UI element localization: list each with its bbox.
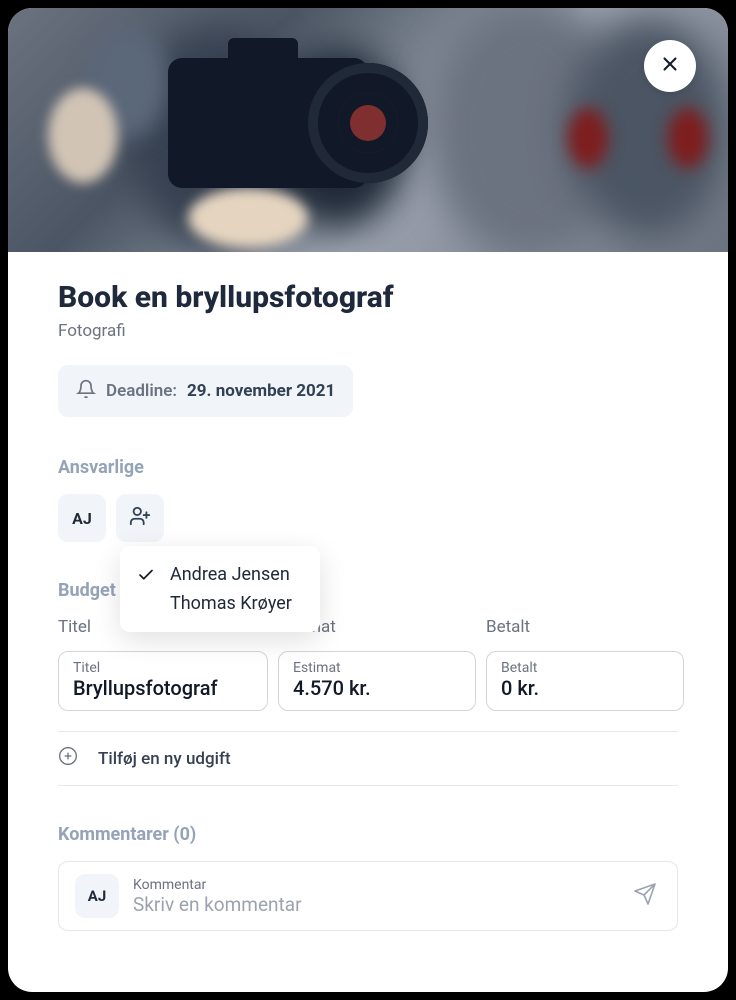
paid-field[interactable]: Betalt [486,651,684,711]
deadline-label: Deadline: [106,381,177,401]
commenter-avatar: AJ [75,874,119,918]
close-button[interactable] [644,40,696,92]
paid-input[interactable] [501,676,669,700]
field-label: Estimat [293,660,461,676]
assignee-avatar[interactable]: AJ [58,494,106,542]
add-expense-button[interactable]: Tilføj en ny udgift [58,731,678,786]
task-title: Book en bryllupsfotograf [58,280,678,315]
add-expense-label: Tilføj en ny udgift [98,749,231,769]
comment-field-label: Kommentar [133,877,615,893]
hero-image [8,8,728,252]
assignee-option[interactable]: Thomas Krøyer [136,589,304,618]
column-header-paid: Betalt [486,617,684,637]
field-label: Titel [73,660,253,676]
close-icon [659,53,681,79]
field-label: Betalt [501,660,669,676]
user-plus-icon [129,505,151,531]
assignees-heading: Ansvarlige [58,457,678,478]
add-assignee-button[interactable] [116,494,164,542]
bell-icon [76,379,96,403]
deadline-pill[interactable]: Deadline: 29. november 2021 [58,365,353,417]
title-field[interactable]: Titel [58,651,268,711]
plus-circle-icon [58,746,78,771]
estimate-input[interactable] [293,676,461,700]
comment-input[interactable] [133,893,615,916]
comment-composer: AJ Kommentar [58,861,678,931]
budget-row: Titel Estimat Betalt [58,651,678,711]
assignee-option-label: Andrea Jensen [170,564,290,585]
assignee-option[interactable]: Andrea Jensen [136,560,304,589]
paper-plane-icon [633,895,657,910]
assignee-dropdown: Andrea Jensen Thomas Krøyer [120,546,320,632]
title-input[interactable] [73,676,253,700]
comments-heading: Kommentarer (0) [58,824,678,845]
assignee-option-label: Thomas Krøyer [170,593,292,614]
task-modal: Book en bryllupsfotograf Fotografi Deadl… [8,8,728,992]
send-comment-button[interactable] [629,878,661,914]
check-icon [136,565,156,585]
deadline-value: 29. november 2021 [187,381,335,401]
task-category: Fotografi [58,321,678,341]
estimate-field[interactable]: Estimat [278,651,476,711]
